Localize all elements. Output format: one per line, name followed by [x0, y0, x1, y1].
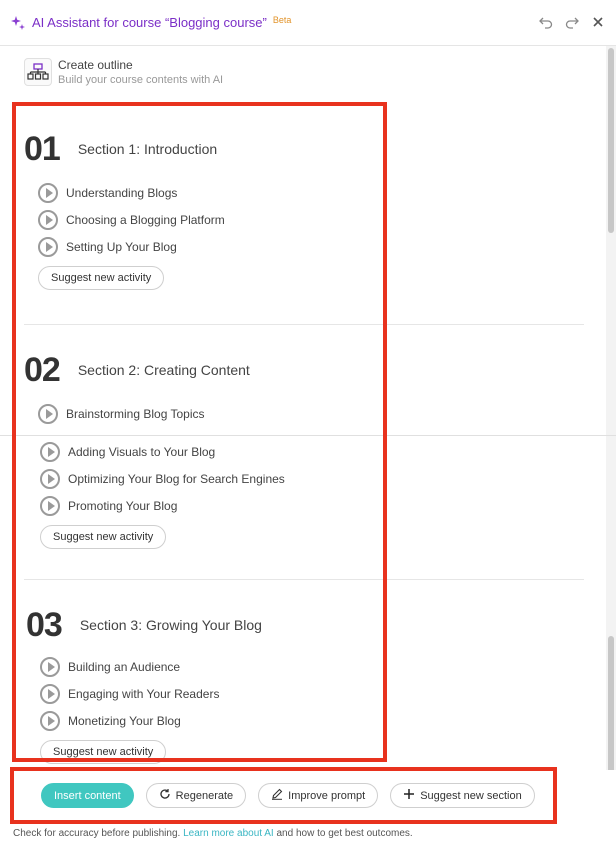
- section-divider: [24, 579, 584, 580]
- section-number: 03: [26, 606, 63, 644]
- section-title: Section 2: Creating Content: [77, 362, 250, 378]
- activity-item[interactable]: Adding Visuals to Your Blog: [40, 438, 586, 465]
- suggest-section-label: Suggest new section: [420, 789, 522, 802]
- suggest-section-button[interactable]: Suggest new section: [390, 783, 535, 808]
- play-icon: [40, 683, 60, 704]
- section-2: 02 Section 2: Creating Content Brainstor…: [24, 351, 584, 427]
- assistant-header: AI Assistant for course “Blogging course…: [0, 0, 616, 46]
- section-2-continued: Adding Visuals to Your Blog Optimizing Y…: [26, 438, 586, 549]
- activity-label: Optimizing Your Blog for Search Engines: [68, 471, 285, 486]
- activity-label: Monetizing Your Blog: [68, 713, 181, 728]
- activity-item[interactable]: Optimizing Your Blog for Search Engines: [40, 465, 586, 492]
- disclaimer-tail: and how to get best outcomes.: [276, 828, 413, 839]
- beta-badge: Beta: [272, 14, 292, 25]
- activity-item[interactable]: Engaging with Your Readers: [40, 680, 586, 707]
- insert-content-label: Insert content: [54, 789, 121, 802]
- plus-icon: [403, 788, 415, 803]
- suggest-activity-button[interactable]: Suggest new activity: [40, 740, 167, 764]
- play-icon: [38, 236, 58, 257]
- insert-content-button[interactable]: Insert content: [41, 783, 134, 808]
- sitemap-icon: [24, 58, 52, 86]
- section-title: Section 1: Introduction: [77, 141, 218, 157]
- pencil-icon: [271, 788, 283, 803]
- undo-icon[interactable]: [538, 14, 554, 30]
- play-icon: [40, 656, 60, 677]
- regenerate-button[interactable]: Regenerate: [145, 783, 247, 808]
- section-title: Section 3: Growing Your Blog: [79, 617, 262, 633]
- activity-item[interactable]: Building an Audience: [40, 653, 586, 680]
- play-icon: [40, 710, 60, 731]
- learn-more-link[interactable]: Learn more about AI: [183, 828, 274, 839]
- activity-item[interactable]: Choosing a Blogging Platform: [38, 206, 584, 233]
- disclaimer: Check for accuracy before publishing. Le…: [13, 828, 413, 839]
- section-number: 01: [24, 130, 61, 168]
- suggest-activity-button[interactable]: Suggest new activity: [40, 525, 167, 549]
- improve-prompt-label: Improve prompt: [288, 789, 366, 802]
- scrollbar[interactable]: [606, 46, 616, 816]
- scroll-thumb-top[interactable]: [608, 48, 614, 233]
- create-outline-row[interactable]: Create outline Build your course content…: [24, 58, 223, 86]
- activity-item[interactable]: Promoting Your Blog: [40, 492, 586, 519]
- regenerate-label: Regenerate: [175, 789, 234, 802]
- section-3: 03 Section 3: Growing Your Blog Building…: [26, 606, 586, 764]
- assistant-title: AI Assistant for course “Blogging course…: [32, 15, 267, 30]
- activity-item[interactable]: Monetizing Your Blog: [40, 707, 586, 734]
- outline-subtitle: Build your course contents with AI: [58, 74, 224, 86]
- sparkle-icon: [10, 15, 26, 31]
- activity-label: Engaging with Your Readers: [68, 686, 220, 701]
- section-1: 01 Section 1: Introduction Understanding…: [24, 130, 584, 290]
- activity-label: Adding Visuals to Your Blog: [68, 444, 216, 459]
- outline-title: Create outline: [58, 58, 133, 72]
- activity-label: Brainstorming Blog Topics: [66, 406, 205, 421]
- play-icon: [38, 182, 58, 203]
- redo-icon[interactable]: [564, 14, 580, 30]
- activity-item[interactable]: Setting Up Your Blog: [38, 233, 584, 260]
- activity-label: Building an Audience: [68, 659, 181, 674]
- improve-prompt-button[interactable]: Improve prompt: [258, 783, 379, 808]
- play-icon: [40, 468, 60, 489]
- footer-actions: Insert content Regenerate Improve prompt…: [41, 783, 535, 808]
- play-icon: [38, 209, 58, 230]
- frame-seam: [0, 435, 616, 436]
- play-icon: [38, 403, 58, 424]
- disclaimer-text: Check for accuracy before publishing.: [13, 828, 181, 839]
- section-divider: [24, 324, 584, 325]
- close-icon[interactable]: [590, 14, 606, 30]
- activity-item[interactable]: Brainstorming Blog Topics: [38, 400, 584, 427]
- activity-label: Promoting Your Blog: [68, 498, 178, 513]
- play-icon: [40, 495, 60, 516]
- play-icon: [40, 441, 60, 462]
- activity-label: Choosing a Blogging Platform: [66, 212, 225, 227]
- activity-item[interactable]: Understanding Blogs: [38, 179, 584, 206]
- refresh-icon: [159, 788, 171, 803]
- activity-label: Setting Up Your Blog: [66, 239, 177, 254]
- activity-label: Understanding Blogs: [66, 185, 178, 200]
- suggest-activity-button[interactable]: Suggest new activity: [38, 266, 165, 290]
- section-number: 02: [24, 351, 61, 389]
